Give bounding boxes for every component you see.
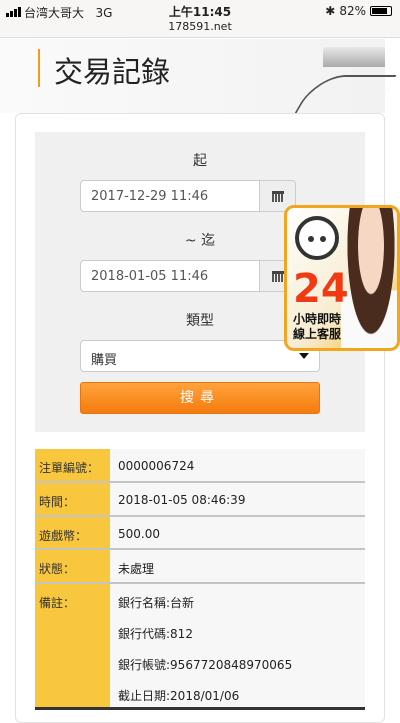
customer-service-ad[interactable]: 24 小時即時 線上客服 [284, 205, 400, 351]
row-value: 0000006724 [110, 449, 365, 481]
row-label: 備註： [35, 584, 110, 707]
laptop-decoration [323, 47, 385, 67]
page-title: 交易記錄 [54, 55, 171, 89]
headset-agent-icon [295, 216, 339, 260]
status-value: 未處理 [110, 550, 365, 582]
battery-icon [370, 6, 392, 16]
note-line: 截止日期:2018/01/06 [118, 689, 240, 703]
table-row: 時間： 2018-01-05 08:46:39 [35, 483, 365, 517]
calendar-icon [271, 190, 284, 202]
row-label: 遊戲幣： [35, 517, 110, 548]
ad-number: 24 [293, 266, 349, 312]
glasses-decoration [293, 75, 397, 115]
model-photo [341, 208, 397, 348]
from-date-input[interactable]: 2017-12-29 11:46 [80, 180, 260, 212]
row-label: 注單編號： [35, 449, 110, 481]
bluetooth-icon: ✱ [325, 4, 336, 18]
row-value: 2018-01-05 08:46:39 [110, 483, 365, 515]
note-line: 銀行帳號:9567720848970065 [118, 658, 293, 672]
to-date-input[interactable]: 2018-01-05 11:46 [80, 260, 260, 292]
dropdown-arrow-icon [299, 353, 309, 364]
title-accent [38, 49, 40, 87]
table-row: 注單編號： 0000006724 [35, 449, 365, 483]
search-button[interactable]: 搜尋 [80, 382, 320, 414]
note-line: 銀行代碼:812 [118, 627, 193, 641]
table-row: 狀態： 未處理 [35, 550, 365, 584]
from-label: 起 [193, 153, 207, 169]
battery-percent: 82% [339, 4, 366, 18]
note-line: 銀行名稱:台新 [118, 596, 195, 610]
row-label: 時間： [35, 483, 110, 515]
row-label: 狀態： [35, 550, 110, 582]
page-header: 交易記錄 [0, 39, 397, 115]
table-row: 遊戲幣： 500.00 [35, 517, 365, 550]
row-value: 500.00 [110, 517, 365, 548]
calendar-icon [271, 270, 284, 282]
table-row: 備註： 銀行名稱:台新 銀行代碼:812 銀行帳號:95677208489700… [35, 584, 365, 710]
ad-text: 小時即時 線上客服 [293, 312, 342, 341]
url[interactable]: 178591.net [0, 20, 400, 33]
status-bar: 台湾大哥大 3G 上午11:45 178591.net ✱ 82% [0, 0, 400, 38]
note-value: 銀行名稱:台新 銀行代碼:812 銀行帳號:9567720848970065 截… [110, 584, 365, 707]
type-select-value: 購買 [91, 353, 118, 368]
record-table: 注單編號： 0000006724 時間： 2018-01-05 08:46:39 遊… [35, 449, 365, 710]
